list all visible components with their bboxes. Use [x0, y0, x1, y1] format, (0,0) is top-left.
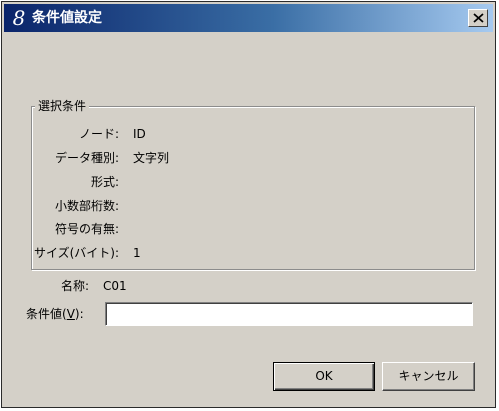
node-label: ノード: — [78, 127, 119, 141]
name-label: 名称: — [61, 279, 90, 293]
name-value: C01 — [103, 279, 127, 293]
data-type-label: データ種別: — [54, 151, 119, 165]
cancel-button[interactable]: キャンセル — [382, 362, 475, 391]
condition-value-label: 条件値(V): — [26, 306, 84, 322]
size-bytes-label: サイズ(バイト): — [33, 246, 119, 260]
close-button[interactable] — [468, 9, 488, 27]
app-icon: 8 — [12, 6, 26, 30]
condition-label-accelerator: V — [66, 307, 75, 321]
condition-label-suffix: ): — [74, 307, 84, 321]
decimal-places-label: 小数部桁数: — [54, 199, 119, 213]
node-value: ID — [133, 127, 146, 141]
condition-label-prefix: 条件値( — [26, 307, 67, 321]
dialog-title: 条件値設定 — [32, 10, 102, 26]
condition-value-input[interactable] — [105, 302, 473, 326]
close-icon — [473, 13, 484, 23]
size-bytes-value: 1 — [133, 246, 141, 260]
format-label: 形式: — [90, 175, 119, 189]
ok-button[interactable]: OK — [273, 362, 375, 391]
group-legend: 選択条件 — [35, 99, 90, 113]
data-type-value: 文字列 — [133, 151, 170, 165]
title-bar[interactable]: 8 条件値設定 — [4, 4, 493, 32]
dialog-window: 8 条件値設定 選択条件 ノード: ID データ種別: 文字列 形式: 小数部桁… — [1, 1, 496, 408]
signed-label: 符号の有無: — [54, 222, 119, 236]
